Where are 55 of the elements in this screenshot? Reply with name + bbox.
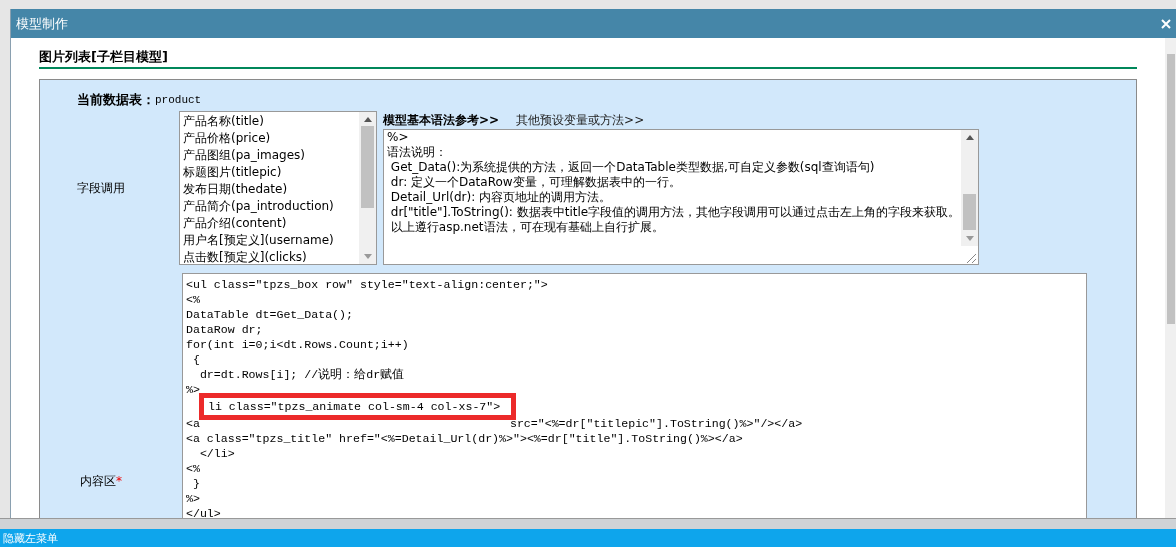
code-fragment: src="<%=dr["titlepic"].ToString()%>"/></a>	[509, 416, 803, 431]
field-label: 字段调用	[77, 180, 125, 197]
code-line: {	[191, 352, 200, 367]
reference-line: %>	[387, 130, 410, 145]
reference-line: Get_Data():为系统提供的方法，返回一个DataTable类型数据,可自定义参数(sql查询语句)	[389, 160, 876, 175]
scroll-thumb[interactable]	[361, 126, 374, 208]
reference-line: dr: 定义一个DataRow变量，可理解数据表中的一行。	[389, 175, 682, 190]
reference-line: Detail_Url(dr): 内容页地址的调用方法。	[389, 190, 612, 205]
field-option[interactable]: 用户名[预定义](username)	[183, 232, 359, 249]
code-editor[interactable]	[182, 273, 1087, 519]
code-line: }	[191, 476, 200, 491]
section-heading: 图片列表[子栏目模型]	[39, 48, 1137, 69]
close-icon[interactable]	[1161, 18, 1171, 29]
page-scrollbar[interactable]	[1165, 38, 1176, 518]
code-line: %>	[186, 382, 200, 397]
scroll-down-icon[interactable]	[363, 254, 372, 259]
code-line: <a class="tpzs_title" href="<%=Detail_Url(dr)%>"><%=dr["title"].ToString()%></a>	[186, 431, 743, 446]
field-list[interactable]: 产品名称(title) 产品价格(price) 产品图组(pa_images) 标题图片(titlepic) 发布日期(thedate) 产品简介(pa_introduction) 产品介绍(content) 用户名[预定义](username) 点击数[预定义](clicks)	[179, 111, 377, 265]
field-option[interactable]: 产品价格(price)	[183, 130, 359, 147]
field-option[interactable]: 产品名称(title)	[183, 113, 359, 130]
code-line: for(int i=0;i<dt.Rows.Count;i++)	[186, 337, 409, 352]
field-option[interactable]: 产品简介(pa_introduction)	[183, 198, 359, 215]
required-mark: *	[116, 473, 122, 490]
reference-textarea[interactable]	[383, 129, 979, 265]
reference-tab[interactable]: 模型基本语法参考>>	[383, 111, 500, 129]
field-option[interactable]: 标题图片(titlepic)	[183, 164, 359, 181]
code-line: %>	[186, 491, 200, 506]
scroll-down-icon[interactable]	[965, 236, 974, 241]
scroll-thumb[interactable]	[963, 194, 976, 230]
code-line: li class="tpzs_animate col-sm-4 col-xs-7">	[208, 399, 501, 414]
field-option[interactable]: 产品图组(pa_images)	[183, 147, 359, 164]
code-line: DataRow dr;	[186, 322, 263, 337]
field-option[interactable]: 发布日期(thedate)	[183, 181, 359, 198]
reference-scrollbar[interactable]	[961, 130, 978, 246]
window-title: 模型制作	[16, 14, 68, 33]
reference-tab[interactable]: 其他预设变量或方法>>	[516, 111, 645, 129]
code-line: DataTable dt=Get_Data();	[186, 307, 353, 322]
code-fragment: <a	[186, 416, 200, 431]
code-line: <%	[186, 292, 200, 307]
code-line: </ul>	[186, 506, 221, 519]
reference-line: 语法说明：	[387, 145, 448, 160]
content-label: 内容区	[80, 473, 116, 490]
scroll-thumb[interactable]	[1166, 54, 1175, 324]
field-option[interactable]: 产品介绍(content)	[183, 215, 359, 232]
reference-line: dr["title"].ToString(): 数据表中title字段值的调用方法，其他字段调用可以通过点击左上角的字段来获取。	[389, 205, 961, 220]
code-line: dr=dt.Rows[i]; //说明：给dr赋值	[198, 367, 405, 382]
code-line: </li>	[198, 446, 235, 461]
scroll-up-icon[interactable]	[965, 135, 974, 140]
table-name: product	[155, 92, 202, 108]
code-line: <ul class="tpzs_box row" style="text-align:center;">	[186, 277, 548, 292]
table-label: 当前数据表：	[77, 91, 155, 110]
code-line: <%	[186, 461, 200, 476]
list-scrollbar[interactable]	[359, 112, 376, 264]
field-option[interactable]: 点击数[预定义](clicks)	[183, 249, 359, 266]
reference-line: 以上遵行asp.net语法，可在现有基础上自行扩展。	[389, 220, 665, 235]
